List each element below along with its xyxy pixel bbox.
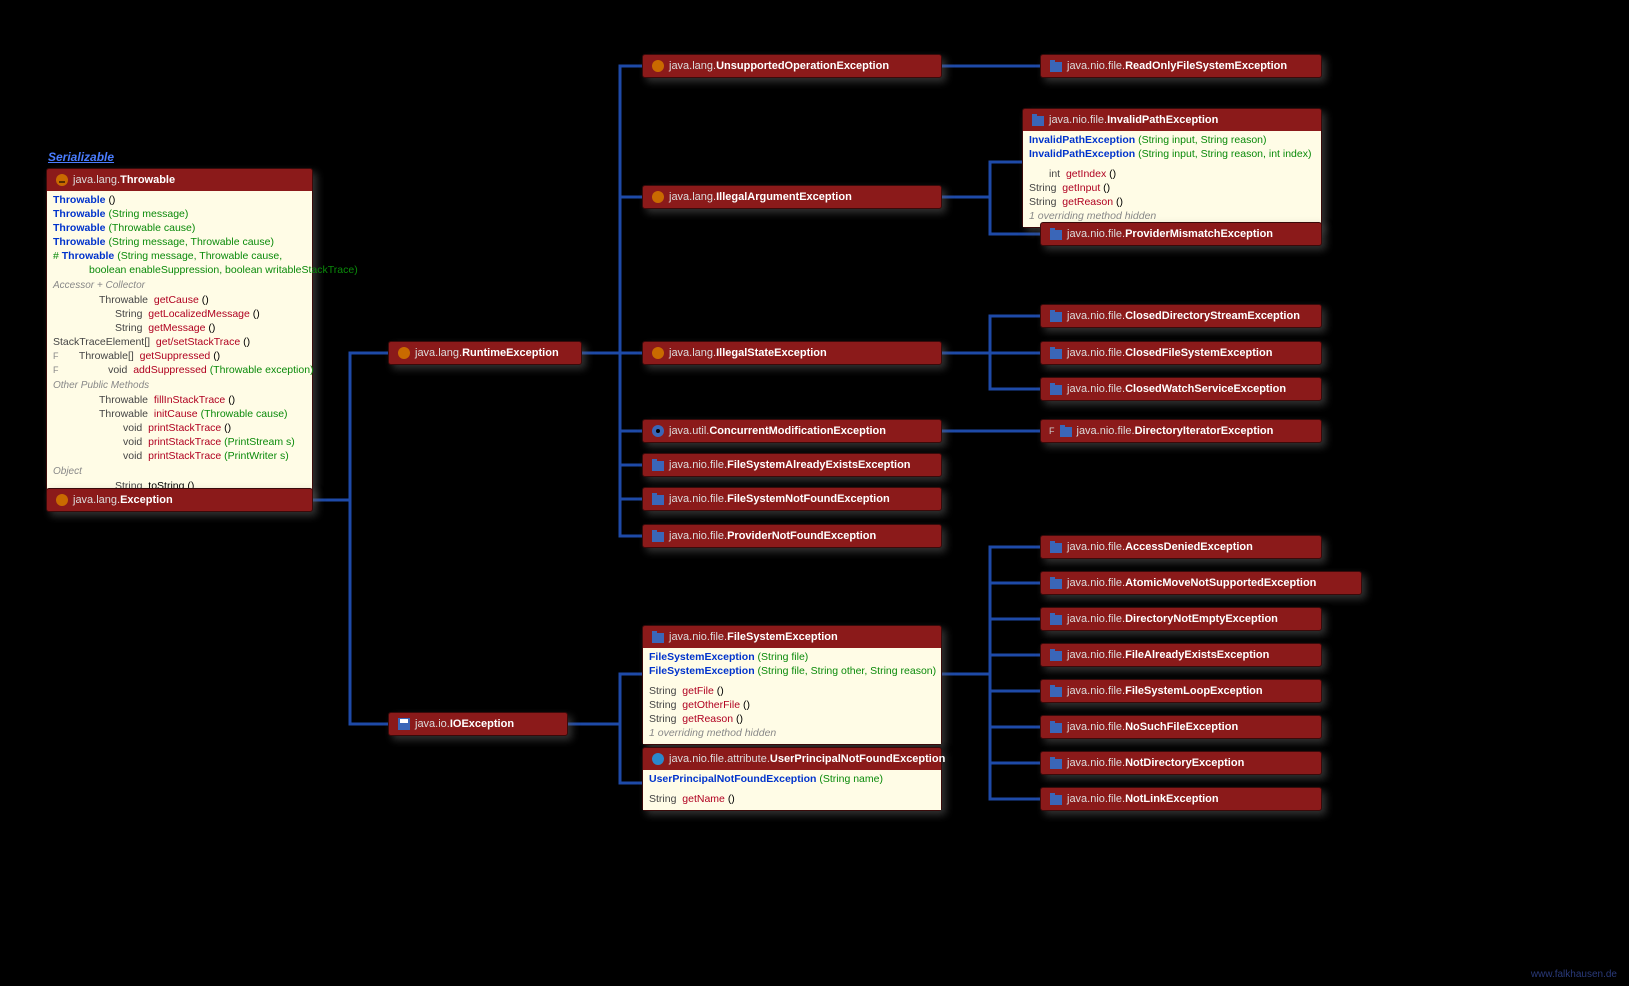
class-concurrent-modification: java.util.ConcurrentModificationExceptio… bbox=[642, 419, 942, 443]
class-icon bbox=[651, 346, 665, 360]
save-icon bbox=[397, 717, 411, 731]
class-icon bbox=[651, 59, 665, 73]
class-icon bbox=[55, 493, 69, 507]
package-icon bbox=[651, 492, 665, 506]
class-no-such-file: java.nio.file.NoSuchFileException bbox=[1040, 715, 1322, 739]
class-dir-iterator: Fjava.nio.file.DirectoryIteratorExceptio… bbox=[1040, 419, 1322, 443]
class-provider-not-found: java.nio.file.ProviderNotFoundException bbox=[642, 524, 942, 548]
class-unsupported-operation: java.lang.UnsupportedOperationException bbox=[642, 54, 942, 78]
class-not-directory: java.nio.file.NotDirectoryException bbox=[1040, 751, 1322, 775]
package-icon bbox=[1049, 720, 1063, 734]
class-closed-dir-stream: java.nio.file.ClosedDirectoryStreamExcep… bbox=[1040, 304, 1322, 328]
gear-icon bbox=[651, 424, 665, 438]
class-runtime-exception: java.lang.RuntimeException bbox=[388, 341, 582, 365]
package-icon bbox=[1049, 59, 1063, 73]
package-icon bbox=[651, 529, 665, 543]
class-exception: java.lang.Exception bbox=[46, 488, 313, 512]
package-icon bbox=[1049, 792, 1063, 806]
class-fs-loop: java.nio.file.FileSystemLoopException bbox=[1040, 679, 1322, 703]
watermark: www.falkhausen.de bbox=[1531, 969, 1617, 980]
class-ioexception: java.io.IOException bbox=[388, 712, 568, 736]
package-icon bbox=[1049, 684, 1063, 698]
class-dir-not-empty: java.nio.file.DirectoryNotEmptyException bbox=[1040, 607, 1322, 631]
package-icon bbox=[1049, 648, 1063, 662]
package-icon bbox=[1049, 576, 1063, 590]
package-icon bbox=[1049, 540, 1063, 554]
package-icon bbox=[1049, 309, 1063, 323]
class-throwable-header: java.lang.Throwable bbox=[47, 169, 312, 191]
class-atomic-move: java.nio.file.AtomicMoveNotSupportedExce… bbox=[1040, 571, 1362, 595]
package-icon bbox=[651, 630, 665, 644]
package-icon bbox=[651, 458, 665, 472]
package-icon bbox=[1031, 113, 1045, 127]
throwable-body: Throwable () Throwable (String message) … bbox=[47, 191, 312, 497]
package-icon bbox=[1049, 612, 1063, 626]
class-access-denied: java.nio.file.AccessDeniedException bbox=[1040, 535, 1322, 559]
class-file-already-exists: java.nio.file.FileAlreadyExistsException bbox=[1040, 643, 1322, 667]
class-illegal-state: java.lang.IllegalStateException bbox=[642, 341, 942, 365]
class-fs-already-exists: java.nio.file.FileSystemAlreadyExistsExc… bbox=[642, 453, 942, 477]
class-throwable: java.lang.Throwable Throwable () Throwab… bbox=[46, 168, 313, 498]
class-icon bbox=[397, 346, 411, 360]
class-illegal-argument: java.lang.IllegalArgumentException bbox=[642, 185, 942, 209]
interface-serializable: Serializable bbox=[48, 150, 114, 164]
class-user-principal-not-found: java.nio.file.attribute.UserPrincipalNot… bbox=[642, 747, 942, 811]
class-readonly-fs: java.nio.file.ReadOnlyFileSystemExceptio… bbox=[1040, 54, 1322, 78]
class-icon bbox=[651, 190, 665, 204]
package-icon bbox=[1049, 382, 1063, 396]
class-fs-not-found: java.nio.file.FileSystemNotFoundExceptio… bbox=[642, 487, 942, 511]
package-icon bbox=[1059, 424, 1073, 438]
class-invalid-path: java.nio.file.InvalidPathException Inval… bbox=[1022, 108, 1322, 228]
package-icon bbox=[1049, 756, 1063, 770]
class-provider-mismatch: java.nio.file.ProviderMismatchException bbox=[1040, 222, 1322, 246]
package-icon bbox=[1049, 227, 1063, 241]
class-closed-watch: java.nio.file.ClosedWatchServiceExceptio… bbox=[1040, 377, 1322, 401]
package-icon bbox=[1049, 346, 1063, 360]
class-not-link: java.nio.file.NotLinkException bbox=[1040, 787, 1322, 811]
class-icon bbox=[55, 173, 69, 187]
class-filesystem-exception: java.nio.file.FileSystemException FileSy… bbox=[642, 625, 942, 745]
circle-icon bbox=[651, 752, 665, 766]
class-closed-fs: java.nio.file.ClosedFileSystemException bbox=[1040, 341, 1322, 365]
